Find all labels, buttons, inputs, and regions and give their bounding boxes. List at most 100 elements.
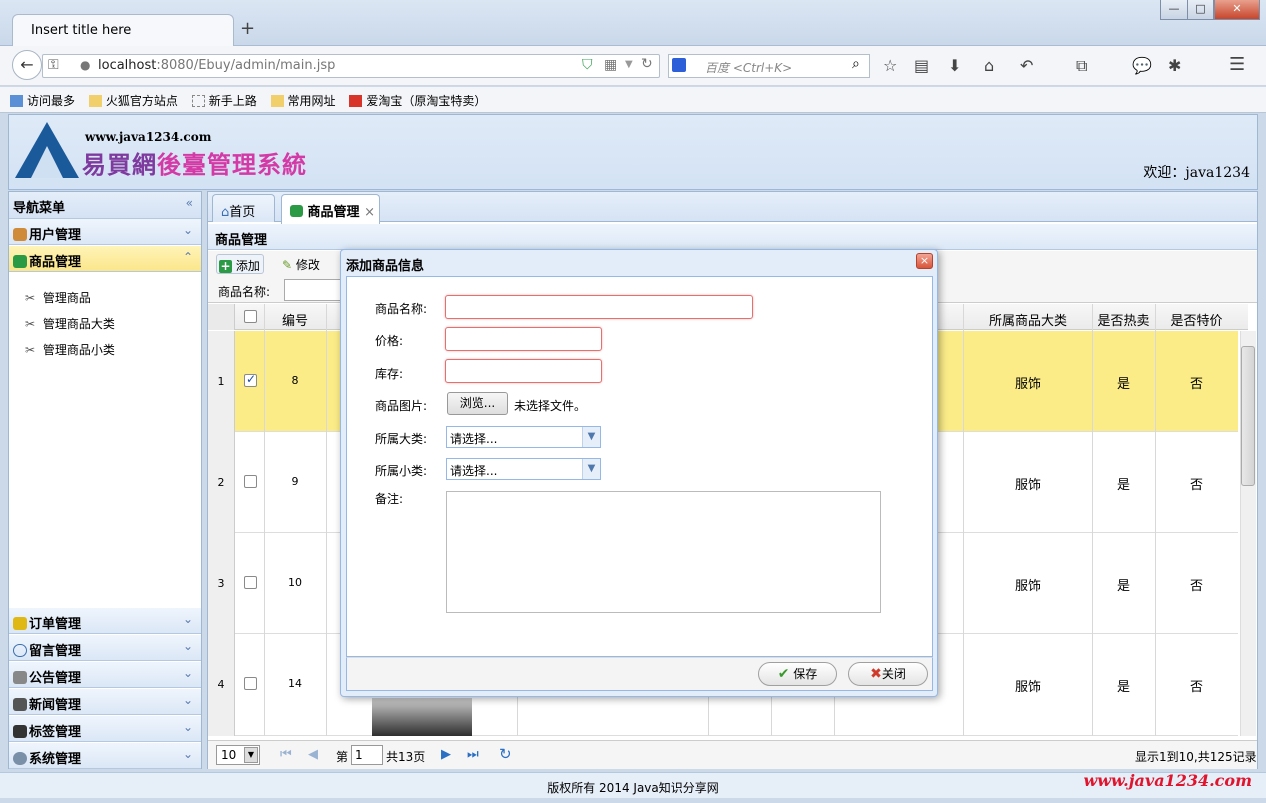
first-page-icon[interactable]: ⏮ bbox=[280, 747, 292, 762]
nav-item-manage-smalltypes[interactable]: ✂ 管理商品小类 bbox=[25, 341, 115, 358]
search-name-input[interactable] bbox=[284, 279, 342, 301]
chat-icon[interactable]: 💬 bbox=[1132, 56, 1152, 75]
crop-icon[interactable]: ⧉ bbox=[1076, 56, 1087, 76]
cell-hot: 是 bbox=[1116, 579, 1130, 594]
nav-section-orders[interactable]: 订单管理 ⌄ bbox=[9, 608, 201, 634]
bookmark-star-icon[interactable]: ☆ bbox=[883, 56, 897, 75]
col-header-category[interactable]: 所属商品大类 bbox=[964, 310, 1092, 329]
nav-section-users[interactable]: 用户管理 ⌄ bbox=[9, 219, 201, 245]
reload-icon[interactable]: ↻ bbox=[641, 56, 653, 72]
back-arrow-icon[interactable]: ← bbox=[12, 50, 42, 80]
mouse-icon[interactable]: ✱ bbox=[1168, 56, 1181, 75]
page-size-select[interactable]: 10 ▼ bbox=[216, 745, 260, 765]
bookmark-most-visited[interactable]: 访问最多 bbox=[10, 94, 75, 108]
stock-input[interactable] bbox=[445, 359, 602, 383]
globe-icon: ● bbox=[80, 58, 91, 72]
newspaper-icon bbox=[13, 698, 27, 711]
next-page-icon[interactable]: ▶ bbox=[441, 747, 451, 762]
smalltype-label: 所属小类: bbox=[375, 464, 428, 478]
bookmark-firefox[interactable]: 火狐官方站点 bbox=[88, 94, 178, 108]
cell-id: 10 bbox=[288, 576, 302, 589]
prev-page-icon[interactable]: ◀ bbox=[308, 747, 318, 762]
cell-category: 服饰 bbox=[1014, 680, 1041, 695]
browse-button[interactable]: 浏览... bbox=[447, 392, 508, 415]
bookmark-icon bbox=[10, 95, 23, 107]
dropdown-icon[interactable]: ▼ bbox=[625, 59, 633, 70]
nav-section-products[interactable]: 商品管理 ⌃ bbox=[9, 246, 201, 272]
list-icon bbox=[290, 205, 303, 217]
cell-id: 14 bbox=[288, 677, 302, 690]
remark-textarea[interactable] bbox=[446, 491, 881, 613]
bookmark-aitaobao[interactable]: 爱淘宝（原淘宝特卖） bbox=[349, 94, 486, 108]
system-title: 易買網後臺管理系統 bbox=[82, 150, 307, 179]
row-number: 2 bbox=[208, 432, 235, 533]
browser-tab[interactable]: Insert title here bbox=[12, 14, 234, 46]
new-tab-button[interactable]: + bbox=[240, 18, 255, 39]
last-page-icon[interactable]: ⏭ bbox=[467, 747, 479, 762]
nav-section-notices[interactable]: 公告管理 ⌄ bbox=[9, 662, 201, 688]
add-button[interactable]: + 添加 bbox=[216, 254, 264, 274]
bookmark-getting-started[interactable]: 新手上路 bbox=[191, 94, 257, 108]
copyright: 版权所有 2014 Java知识分享网 bbox=[547, 781, 719, 795]
tab-title: Insert title here bbox=[31, 23, 132, 38]
scrollbar-thumb[interactable] bbox=[1241, 346, 1255, 486]
maximize-button[interactable]: □ bbox=[1187, 0, 1214, 20]
grid-corner bbox=[208, 304, 235, 330]
collapse-icon[interactable]: « bbox=[186, 196, 193, 210]
row-checkbox[interactable] bbox=[244, 475, 257, 488]
product-image-label: 商品图片: bbox=[375, 399, 428, 413]
save-button[interactable]: ✔ 保存 bbox=[758, 662, 837, 686]
close-button[interactable]: ✖关闭 bbox=[848, 662, 928, 686]
search-icon[interactable]: ⌕ bbox=[852, 56, 860, 72]
minimize-button[interactable]: — bbox=[1160, 0, 1188, 20]
row-number: 4 bbox=[208, 634, 235, 736]
nav-section-tags[interactable]: 标签管理 ⌄ bbox=[9, 716, 201, 742]
page-prefix: 第 bbox=[336, 750, 349, 764]
reading-list-icon[interactable]: ▤ bbox=[914, 56, 929, 75]
chevron-down-icon: ⌄ bbox=[182, 747, 193, 761]
window-close-button[interactable]: ✕ bbox=[1214, 0, 1260, 20]
price-input[interactable] bbox=[445, 327, 602, 351]
baidu-icon[interactable] bbox=[672, 58, 686, 72]
chevron-down-icon: ⌄ bbox=[182, 612, 193, 626]
search-input[interactable]: 百度 <Ctrl+K> bbox=[668, 54, 870, 78]
download-icon[interactable]: ⬇ bbox=[948, 56, 961, 75]
select-all-checkbox[interactable] bbox=[244, 310, 257, 323]
chevron-down-icon: ⌄ bbox=[182, 223, 193, 237]
row-checkbox[interactable] bbox=[244, 372, 257, 387]
edit-button[interactable]: ✎ 修改 bbox=[282, 256, 320, 273]
home-icon[interactable]: ⌂ bbox=[984, 56, 994, 75]
nav-item-manage-products[interactable]: ✂ 管理商品 bbox=[25, 289, 91, 306]
col-header-special[interactable]: 是否特价 bbox=[1155, 310, 1238, 329]
product-name-input[interactable] bbox=[445, 295, 753, 319]
refresh-icon[interactable]: ↻ bbox=[499, 745, 512, 763]
row-checkbox[interactable] bbox=[244, 677, 257, 690]
nav-panel: 导航菜单 « 用户管理 ⌄ 商品管理 ⌃ ✂ 管理商品 ✂ 管理商品大类 ✂ 管理商品… bbox=[8, 191, 202, 769]
nav-section-messages[interactable]: 留言管理 ⌄ bbox=[9, 635, 201, 661]
url-bar[interactable]: localhost:8080/Ebuy/admin/main.jsp bbox=[42, 54, 660, 78]
menu-icon[interactable]: ☰ bbox=[1229, 54, 1245, 75]
nav-item-manage-bigtypes[interactable]: ✂ 管理商品大类 bbox=[25, 315, 115, 332]
tab-product-management[interactable]: 商品管理 × bbox=[281, 194, 380, 224]
nav-section-system[interactable]: 系统管理 ⌄ bbox=[9, 743, 201, 769]
notice-icon bbox=[13, 671, 27, 684]
dialog-close-icon[interactable]: × bbox=[916, 253, 933, 269]
tab-close-icon[interactable]: × bbox=[364, 205, 375, 220]
row-checkbox[interactable] bbox=[244, 576, 257, 589]
nav-section-news[interactable]: 新闻管理 ⌄ bbox=[9, 689, 201, 715]
qr-icon[interactable]: ▦ bbox=[604, 57, 617, 73]
page-icon bbox=[191, 95, 205, 107]
tool-icon: ✂ bbox=[25, 317, 36, 331]
bigtype-select[interactable]: 请选择... ▼ bbox=[446, 426, 601, 448]
pager-summary: 显示1到10,共125记录 bbox=[1135, 750, 1257, 764]
page-number-input[interactable]: 1 bbox=[351, 745, 383, 765]
smalltype-select[interactable]: 请选择... ▼ bbox=[446, 458, 601, 480]
undo-icon[interactable]: ↶ bbox=[1020, 56, 1033, 75]
bookmark-common-sites[interactable]: 常用网址 bbox=[270, 94, 336, 108]
check-icon: ✔ bbox=[777, 666, 790, 682]
tab-home[interactable]: ⌂首页 bbox=[212, 194, 275, 222]
col-header-hot[interactable]: 是否热卖 bbox=[1092, 310, 1155, 329]
page-total: 共13页 bbox=[386, 750, 426, 764]
col-header-id[interactable]: 编号 bbox=[264, 310, 326, 329]
row-number: 3 bbox=[208, 533, 235, 634]
